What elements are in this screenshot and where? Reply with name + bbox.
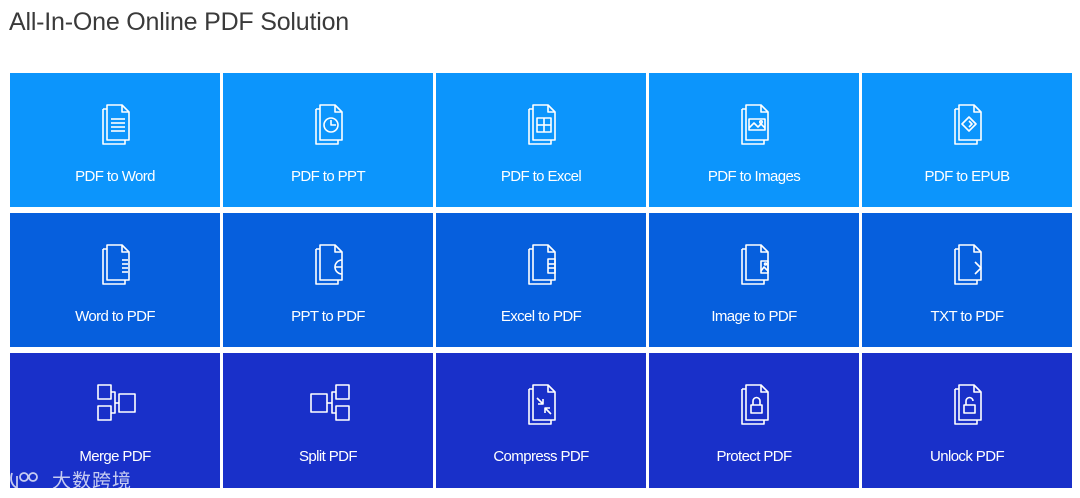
- tile-pdf-to-ppt[interactable]: PDF to PPT: [223, 73, 433, 207]
- pdf-to-images-icon: [734, 100, 778, 148]
- tile-label: PDF to Images: [707, 168, 801, 185]
- tile-word-to-pdf[interactable]: Word to PDF: [10, 213, 220, 347]
- tile-label: PDF to PPT: [290, 168, 366, 185]
- txt-to-pdf-icon: [947, 240, 991, 288]
- tile-label: Compress PDF: [493, 448, 589, 465]
- excel-to-pdf-icon: [521, 240, 565, 288]
- protect-pdf-icon: [734, 380, 778, 428]
- tile-label: PPT to PDF: [291, 308, 365, 325]
- tile-protect-pdf[interactable]: Protect PDF: [649, 353, 859, 488]
- tile-txt-to-pdf[interactable]: TXT to PDF: [862, 213, 1072, 347]
- tile-ppt-to-pdf[interactable]: PPT to PDF: [223, 213, 433, 347]
- watermark: 大数跨境: [8, 466, 132, 493]
- tile-label: Split PDF: [299, 448, 358, 465]
- merge-pdf-icon: [95, 380, 139, 428]
- tile-unlock-pdf[interactable]: Unlock PDF: [862, 353, 1072, 488]
- tile-label: Merge PDF: [79, 448, 151, 465]
- tile-pdf-to-epub[interactable]: PDF to EPUB: [862, 73, 1072, 207]
- tile-excel-to-pdf[interactable]: Excel to PDF: [436, 213, 646, 347]
- tile-label: Image to PDF: [711, 308, 797, 325]
- pdf-to-word-icon: [95, 100, 139, 148]
- tile-label: PDF to EPUB: [924, 168, 1010, 185]
- tile-label: Protect PDF: [716, 448, 792, 465]
- watermark-logo-icon: [8, 469, 48, 491]
- pdf-to-epub-icon: [947, 100, 991, 148]
- tile-pdf-to-excel[interactable]: PDF to Excel: [436, 73, 646, 207]
- split-pdf-icon: [308, 380, 352, 428]
- pdf-to-excel-icon: [521, 100, 565, 148]
- tile-pdf-to-word[interactable]: PDF to Word: [10, 73, 220, 207]
- watermark-text: 大数跨境: [52, 470, 133, 492]
- ppt-to-pdf-icon: [308, 240, 352, 288]
- tile-label: Unlock PDF: [929, 448, 1005, 465]
- tile-split-pdf[interactable]: Split PDF: [223, 353, 433, 488]
- compress-pdf-icon: [521, 380, 565, 428]
- image-to-pdf-icon: [734, 240, 778, 288]
- tool-tile-grid: PDF to Word PDF to PPT PDF to Excel PDF …: [10, 73, 1072, 488]
- unlock-pdf-icon: [947, 380, 991, 428]
- tile-compress-pdf[interactable]: Compress PDF: [436, 353, 646, 488]
- word-to-pdf-icon: [95, 240, 139, 288]
- tile-label: PDF to Excel: [500, 168, 582, 185]
- tile-pdf-to-images[interactable]: PDF to Images: [649, 73, 859, 207]
- tile-image-to-pdf[interactable]: Image to PDF: [649, 213, 859, 347]
- pdf-to-ppt-icon: [308, 100, 352, 148]
- tile-label: Word to PDF: [75, 308, 155, 325]
- tile-label: Excel to PDF: [500, 308, 582, 325]
- tile-label: PDF to Word: [75, 168, 155, 185]
- tile-label: TXT to PDF: [930, 308, 1005, 325]
- page-title: All-In-One Online PDF Solution: [9, 8, 349, 36]
